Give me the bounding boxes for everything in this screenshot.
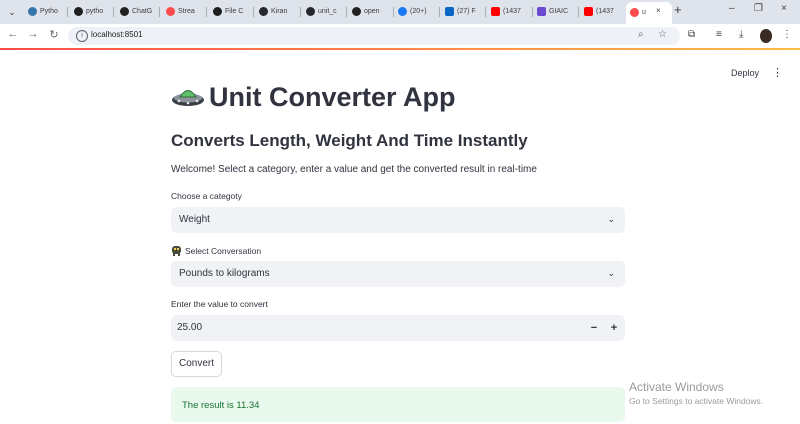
tab-favicon-icon <box>584 6 593 16</box>
conversion-selected-value: Pounds to kilograms <box>179 268 270 279</box>
browser-tab[interactable]: File C <box>213 3 249 21</box>
browser-tab-strip: ⌄ Pytho pytho ChatG Strea File C Kiran u… <box>0 0 800 24</box>
browser-tab[interactable]: open <box>352 3 388 21</box>
media-controls-icon[interactable]: ≡ <box>716 29 722 40</box>
reload-icon[interactable]: ↻ <box>47 28 61 41</box>
bookmark-star-icon[interactable]: ☆ <box>658 29 667 40</box>
value-input-text[interactable]: 25.00 <box>177 322 202 333</box>
tab-favicon-icon <box>398 6 407 16</box>
zoom-icon[interactable]: ⌕ <box>638 29 644 40</box>
tab-favicon-icon <box>166 6 175 16</box>
tab-favicon-icon <box>630 7 639 17</box>
page-title: Unit Converter App <box>171 82 456 116</box>
new-tab-button[interactable]: + <box>674 2 682 17</box>
value-number-input[interactable]: 25.00 − + <box>171 315 625 341</box>
main-menu-kebab-icon[interactable]: ⋮ <box>772 66 783 79</box>
close-tab-icon[interactable]: × <box>656 6 661 15</box>
browser-tab[interactable]: (27) F <box>445 3 481 21</box>
tab-favicon-icon <box>537 6 546 16</box>
chrome-menu-kebab-icon[interactable]: ⋮ <box>782 29 792 40</box>
close-window-button[interactable]: × <box>781 3 787 14</box>
tab-favicon-icon <box>213 6 222 16</box>
tab-favicon-icon <box>491 6 500 16</box>
browser-tab[interactable]: Strea <box>166 3 202 21</box>
decrement-button[interactable]: − <box>585 320 603 336</box>
extensions-puzzle-icon[interactable]: ⧉ <box>688 29 695 40</box>
category-label: Choose a categoty <box>171 191 242 201</box>
tab-favicon-icon <box>259 6 268 16</box>
profile-avatar[interactable] <box>760 29 772 43</box>
tab-favicon-icon <box>28 6 37 16</box>
deploy-button[interactable]: Deploy <box>731 68 759 78</box>
conversion-label-text: Select Conversation <box>185 246 262 256</box>
activation-watermark-title: Activate Windows <box>629 380 724 394</box>
minimize-window-button[interactable]: – <box>729 3 735 14</box>
tab-favicon-icon <box>306 6 315 16</box>
alien-monster-icon <box>172 246 181 256</box>
tab-favicon-icon <box>352 6 361 16</box>
streamlit-decoration-bar <box>0 48 800 50</box>
category-selected-value: Weight <box>179 214 210 225</box>
conversion-label: Select Conversation <box>171 245 261 256</box>
browser-tab[interactable]: unit_c <box>306 3 342 21</box>
tab-favicon-icon <box>120 6 129 16</box>
value-input-label: Enter the value to convert <box>171 299 268 309</box>
browser-tab[interactable]: pytho <box>74 3 108 21</box>
result-text: The result is 11.34 <box>182 400 260 411</box>
browser-tab[interactable]: (1437 <box>491 3 527 21</box>
download-icon[interactable]: ⤓ <box>739 29 743 40</box>
result-success-alert: The result is 11.34 <box>171 387 625 422</box>
forward-arrow-icon[interactable]: → <box>26 28 40 40</box>
increment-button[interactable]: + <box>605 320 623 336</box>
activation-watermark-subtitle: Go to Settings to activate Windows. <box>629 396 764 406</box>
browser-tab[interactable]: (1437 <box>584 3 620 21</box>
browser-tab[interactable]: (20+) <box>398 3 434 21</box>
tab-search-chevron-icon[interactable]: ⌄ <box>4 4 20 20</box>
browser-tab-active[interactable]: u <box>626 2 672 24</box>
category-select[interactable]: Weight ⌄ <box>171 207 625 233</box>
url-text[interactable]: localhost:8501 <box>91 30 143 39</box>
page-title-text: Unit Converter App <box>209 82 456 112</box>
conversion-select[interactable]: Pounds to kilograms ⌄ <box>171 261 625 287</box>
ufo-icon <box>172 90 204 106</box>
restore-window-button[interactable]: ❐ <box>754 3 763 14</box>
convert-button[interactable]: Convert <box>171 351 222 377</box>
chevron-down-icon: ⌄ <box>607 268 615 278</box>
address-bar[interactable]: i localhost:8501 ⌕ ☆ <box>68 27 680 45</box>
browser-tab[interactable]: ChatG <box>120 3 154 21</box>
tab-favicon-icon <box>74 6 83 16</box>
back-arrow-icon[interactable]: ← <box>6 28 20 40</box>
site-info-icon[interactable]: i <box>76 30 88 42</box>
browser-toolbar: ← → ↻ i localhost:8501 ⌕ ☆ ⧉ ≡ ⤓ ⋮ <box>0 24 800 48</box>
browser-tab[interactable]: Kiran <box>259 3 295 21</box>
tab-favicon-icon <box>445 6 454 16</box>
chevron-down-icon: ⌄ <box>607 214 615 224</box>
browser-tab[interactable]: Pytho <box>28 3 62 21</box>
browser-tab[interactable]: GIAIC <box>537 3 573 21</box>
intro-text: Welcome! Select a category, enter a valu… <box>171 164 537 175</box>
page-subtitle: Converts Length, Weight And Time Instant… <box>171 131 528 150</box>
